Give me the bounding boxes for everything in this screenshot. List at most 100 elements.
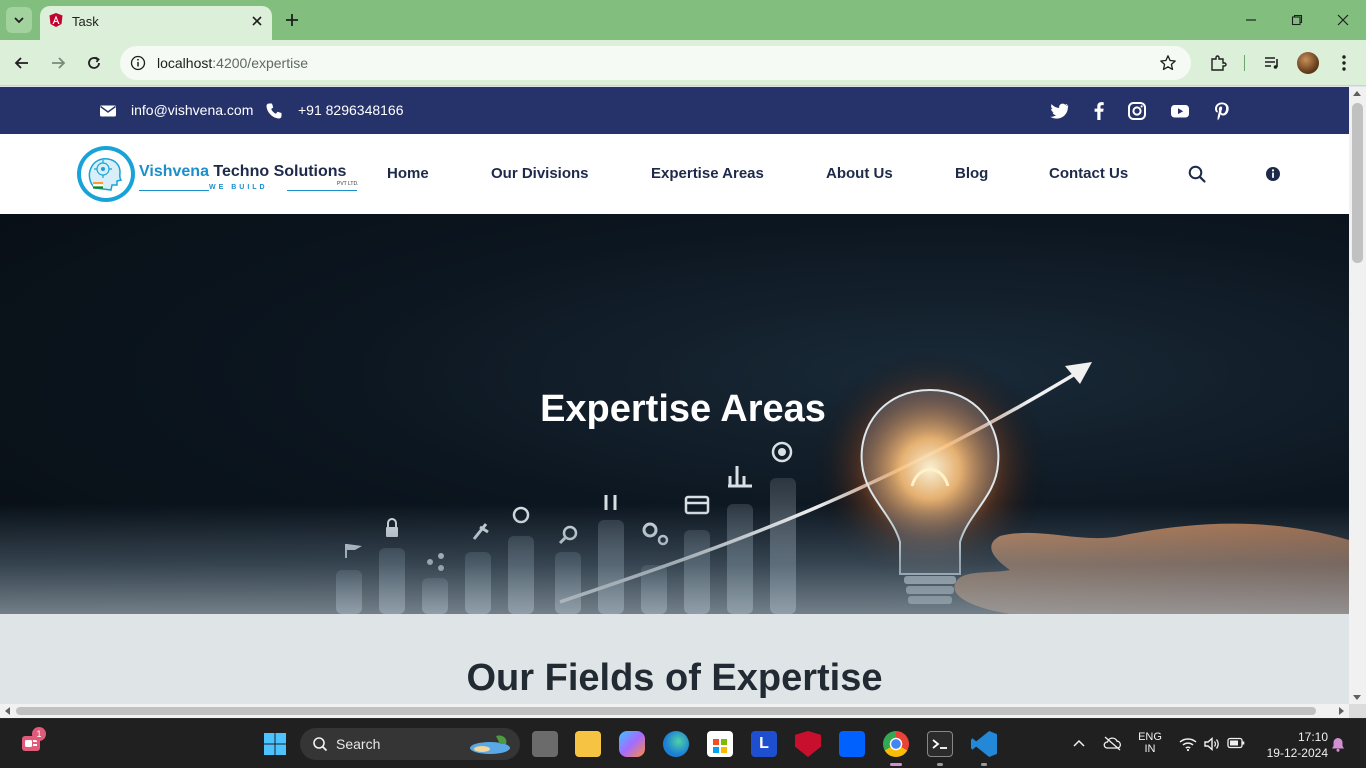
site-info-icon[interactable] [130,55,146,71]
close-window-button[interactable] [1333,10,1353,30]
media-controls-button[interactable] [1261,52,1283,74]
kebab-menu-icon [1342,55,1346,71]
taskbar-search[interactable]: Search [300,728,520,760]
windows-logo-icon [264,733,286,755]
onedrive-cloud-icon[interactable] [1102,735,1122,751]
tab-search-button[interactable] [6,7,32,33]
bookmark-star-icon[interactable] [1159,54,1177,72]
horizontal-scroll-thumb[interactable] [16,707,1316,715]
new-tab-button[interactable] [282,10,302,30]
url-host: localhost [157,55,213,71]
reload-button[interactable] [83,52,105,74]
close-icon [1337,14,1349,26]
brain-head-icon [88,158,123,191]
wifi-icon[interactable] [1179,736,1197,752]
scroll-down-arrow-icon[interactable] [1353,695,1361,700]
clock-date: 19-12-2024 [1266,746,1328,760]
dropbox-icon[interactable] [839,731,865,757]
windows-taskbar: 1 Search L ENG IN 17:10 19-12-2024 [0,718,1366,768]
search-highlight-icon [470,735,510,754]
angular-favicon-icon [49,13,63,27]
chevron-up-icon[interactable] [1073,738,1085,748]
nav-contact-us[interactable]: Contact Us [1049,165,1128,182]
widgets-button[interactable]: 1 [20,727,46,755]
scroll-up-arrow-icon[interactable] [1353,91,1361,96]
facebook-icon[interactable] [1089,101,1109,121]
nav-expertise-areas[interactable]: Expertise Areas [651,165,764,182]
pinterest-icon[interactable] [1212,101,1232,121]
arrow-right-icon [52,57,66,69]
search-icon[interactable] [1187,164,1207,184]
instagram-icon[interactable] [1127,101,1147,121]
vertical-scrollbar[interactable] [1349,87,1366,704]
scrollbar-corner [1349,704,1366,718]
vscode-icon[interactable] [971,731,997,757]
twitter-icon[interactable] [1049,101,1069,121]
edge-browser-icon[interactable] [663,731,689,757]
file-explorer-icon[interactable] [575,731,601,757]
url-path: :4200/expertise [212,55,308,71]
logo-pvt-ltd: PVT LTD. [337,181,359,187]
horizontal-scrollbar[interactable] [0,704,1349,718]
contact-email[interactable]: info@vishvena.com [131,102,253,118]
logo-emblem [77,146,135,202]
nav-blog[interactable]: Blog [955,165,988,182]
toolbar-divider [1244,55,1245,71]
minimize-icon [1246,19,1256,21]
lenovo-vantage-icon[interactable]: L [751,731,777,757]
terminal-icon[interactable] [927,731,953,757]
clock[interactable]: 17:10 19-12-2024 [1256,730,1328,760]
forward-button[interactable] [47,52,69,74]
microsoft-store-icon[interactable] [707,731,733,757]
main-navbar: Vishvena Techno Solutions PVT LTD. WE BU… [0,134,1349,214]
language-indicator[interactable]: ENG IN [1134,731,1166,755]
logo-tagline: WE BUILD [209,184,268,191]
chevron-down-icon [14,17,24,24]
scroll-right-arrow-icon[interactable] [1339,707,1344,715]
youtube-icon[interactable] [1170,101,1190,121]
company-logo[interactable]: Vishvena Techno Solutions PVT LTD. WE BU… [77,146,367,204]
hero-banner: Expertise Areas [0,214,1349,614]
chrome-menu-button[interactable] [1333,52,1355,74]
back-button[interactable] [11,52,33,74]
minimize-button[interactable] [1241,10,1261,30]
close-icon [252,16,262,26]
contact-phone[interactable]: +91 8296348166 [298,102,404,118]
address-bar[interactable]: localhost:4200/expertise [120,46,1191,80]
task-view-icon[interactable] [532,731,558,757]
tab-close-button[interactable] [248,12,266,30]
hero-floor-gradient [0,504,1349,614]
scroll-left-arrow-icon[interactable] [5,707,10,715]
browser-toolbar: localhost:4200/expertise [0,40,1366,86]
browser-tab[interactable]: Task [40,6,272,40]
hero-title: Expertise Areas [540,388,826,430]
phone-icon [266,103,282,119]
tab-title: Task [72,14,99,29]
chrome-browser-icon[interactable] [883,731,909,757]
nav-our-divisions[interactable]: Our Divisions [491,165,589,182]
browser-tab-strip: Task [0,0,1366,40]
info-icon[interactable] [1263,164,1283,184]
volume-icon[interactable] [1203,736,1221,752]
copilot-icon[interactable] [619,731,645,757]
start-button[interactable] [263,732,287,756]
nav-about-us[interactable]: About Us [826,165,893,182]
vertical-scroll-thumb[interactable] [1352,103,1363,263]
logo-name-part1: Vishvena [139,163,209,180]
playlist-music-icon [1265,57,1278,69]
notification-badge: 1 [32,727,46,741]
mcafee-icon[interactable] [795,731,821,757]
logo-rule-right [287,190,357,191]
reload-icon [88,56,100,69]
restore-button[interactable] [1287,10,1307,30]
restore-icon [1291,14,1303,26]
nav-home[interactable]: Home [387,165,429,182]
logo-name-part2: Techno Solutions [208,163,347,180]
terminal-running-indicator [937,763,943,766]
arrow-left-icon [14,57,28,69]
notification-bell-icon[interactable] [1331,737,1345,752]
clock-time: 17:10 [1297,730,1328,744]
battery-icon[interactable] [1227,737,1245,749]
extensions-button[interactable] [1207,52,1229,74]
profile-avatar[interactable] [1297,52,1319,74]
